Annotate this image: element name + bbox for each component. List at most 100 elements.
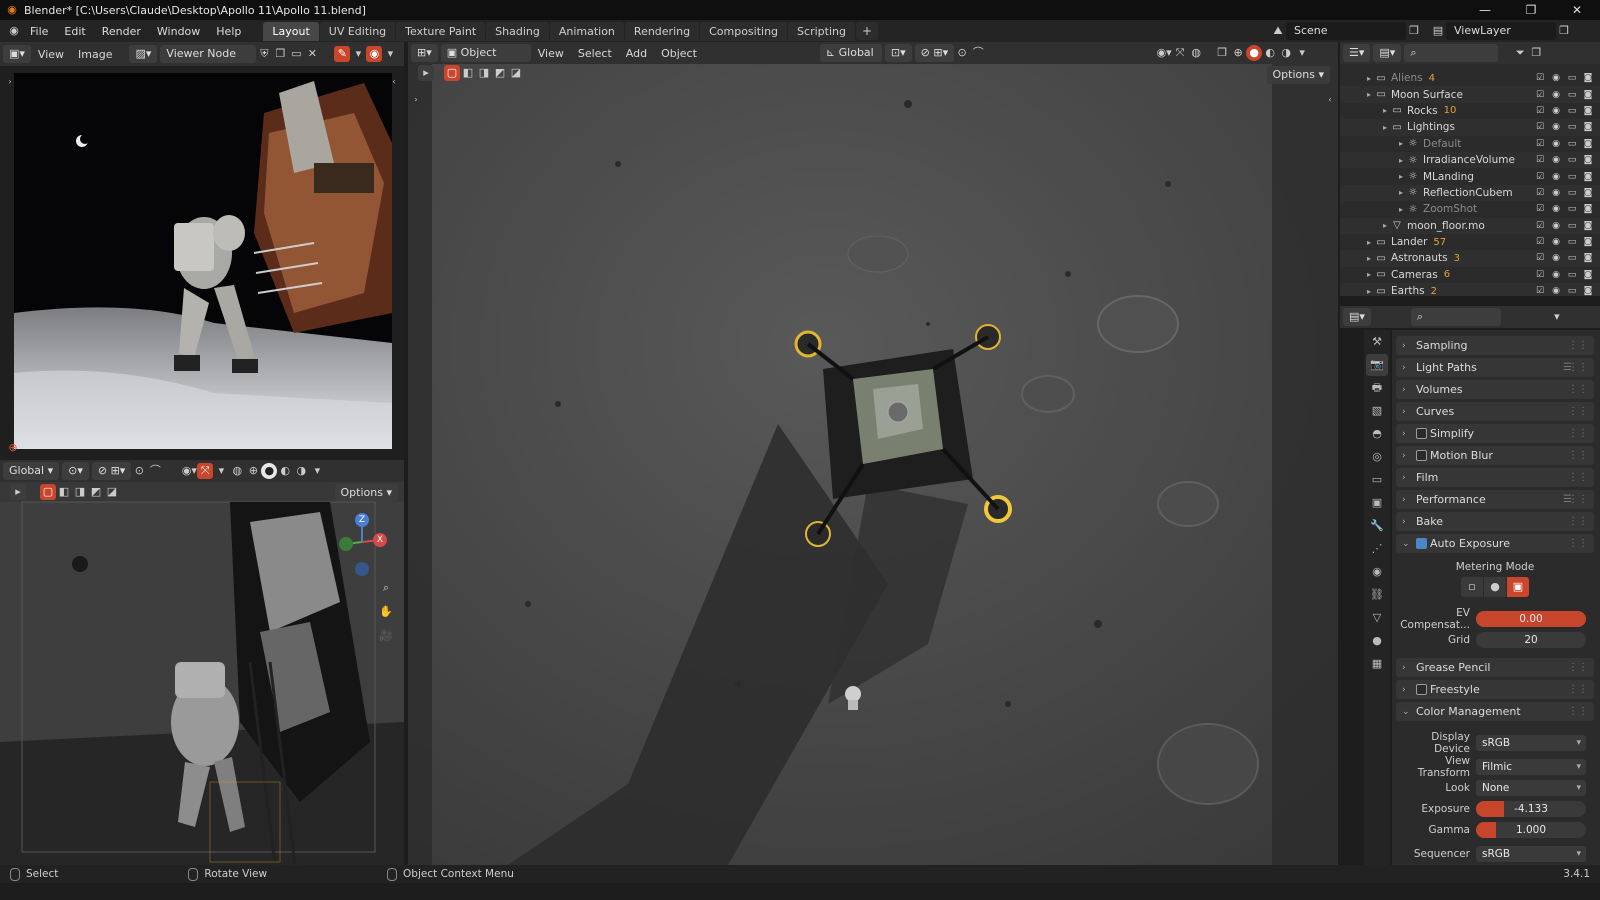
outliner-row-label[interactable]: MLanding	[1423, 171, 1474, 183]
image-menu-view[interactable]: View	[31, 48, 71, 61]
drag-handle-icon[interactable]: ⋮⋮	[1568, 706, 1588, 717]
select-intersect-icon[interactable]: ◪	[508, 65, 524, 81]
gizmo-y-negative[interactable]	[339, 537, 353, 551]
outliner-row-label[interactable]: Default	[1423, 138, 1461, 150]
outliner-row-label[interactable]: moon_floor.mo	[1407, 220, 1485, 232]
render-tab-icon[interactable]: 📷	[1366, 354, 1388, 376]
new-view-layer-icon[interactable]: ❐	[1556, 23, 1572, 39]
expand-arrow-icon[interactable]: ▸	[1380, 106, 1390, 115]
select-invert-icon[interactable]: ◩	[492, 65, 508, 81]
main-options-button[interactable]: Options ▾	[1266, 66, 1330, 84]
tab-animation[interactable]: Animation	[549, 21, 624, 41]
snap-icon[interactable]: ⊘ ⊞▾	[914, 44, 955, 62]
physics-tab-icon[interactable]: ◉	[1366, 561, 1388, 583]
left-overlay-icon[interactable]: ▾	[213, 463, 229, 479]
left-wire-icon[interactable]: ⊕	[245, 463, 261, 479]
exclude-checkbox-icon[interactable]: ☑	[1532, 188, 1548, 198]
outliner-row[interactable]: ▸ ▭ Astronauts 3 ☑ ◉ ▭ ◙	[1340, 250, 1600, 267]
rendered-shading-icon[interactable]: ◑	[1278, 45, 1294, 61]
panel-motion-blur[interactable]: › Motion Blur ⋮⋮	[1396, 446, 1594, 465]
image-browse-icon[interactable]: ▨▾	[129, 45, 158, 63]
expand-arrow-icon[interactable]: ▸	[1396, 172, 1406, 181]
drag-handle-icon[interactable]: ⋮⋮	[1568, 340, 1588, 351]
visibility-eye-icon[interactable]: ◉	[1548, 204, 1564, 214]
sequencer-dropdown[interactable]: sRGB	[1476, 846, 1586, 862]
outliner-editor-type-icon[interactable]: ☰▾	[1343, 44, 1371, 62]
viewport-monitor-icon[interactable]: ▭	[1564, 286, 1580, 296]
viewport-monitor-icon[interactable]: ▭	[1564, 188, 1580, 198]
gizmo-x-axis[interactable]: X	[373, 533, 387, 547]
outliner-search-field[interactable]: ⌕	[1404, 44, 1499, 62]
constraints-tab-icon[interactable]: ⛓	[1366, 584, 1388, 606]
scene-tab-icon[interactable]: ◓	[1366, 423, 1388, 445]
look-dropdown[interactable]: None	[1476, 780, 1586, 796]
mode-selector[interactable]: ▣ Object Mode ▾	[440, 44, 531, 77]
visibility-eye-icon[interactable]: ◉	[1548, 286, 1564, 296]
exclude-checkbox-icon[interactable]: ☑	[1532, 139, 1548, 149]
render-slot-icon[interactable]: ◉	[366, 46, 383, 62]
visibility-eye-icon[interactable]: ◉	[1548, 90, 1564, 100]
viewport-monitor-icon[interactable]: ▭	[1564, 155, 1580, 165]
drag-handle-icon[interactable]: ⋮⋮	[1568, 472, 1588, 483]
left-camera-view-icon[interactable]: 🎥	[378, 628, 394, 644]
exclude-checkbox-icon[interactable]: ☑	[1532, 122, 1548, 132]
xray-icon[interactable]: ❐	[1214, 45, 1230, 61]
panel-light-paths[interactable]: › Light Paths ☰ ⋮⋮	[1396, 358, 1594, 377]
wireframe-shading-icon[interactable]: ⊕	[1230, 45, 1246, 61]
view-layer-selector[interactable]: ViewLayer	[1446, 22, 1556, 40]
outliner-row-label[interactable]: ZoomShot	[1423, 203, 1477, 215]
exclude-checkbox-icon[interactable]: ☑	[1532, 172, 1548, 182]
panel-freestyle[interactable]: › Freestyle ⋮⋮	[1396, 680, 1594, 699]
visibility-eye-icon[interactable]: ◉	[1548, 270, 1564, 280]
left-zoom-icon[interactable]: ⌕	[378, 580, 394, 596]
shading-dropdown-icon[interactable]: ▾	[1294, 45, 1310, 61]
left-material-icon[interactable]: ◐	[277, 463, 293, 479]
visibility-eye-icon[interactable]: ◉	[1548, 221, 1564, 231]
menu-file[interactable]: File	[22, 25, 56, 38]
editor-type-icon[interactable]: ▣▾	[3, 45, 31, 63]
ev-compensation-field[interactable]: 0.00	[1476, 611, 1586, 627]
tab-uv-editing[interactable]: UV Editing	[319, 21, 396, 41]
expand-arrow-icon[interactable]: ▸	[1396, 205, 1406, 214]
visibility-eye-icon[interactable]: ◉	[1548, 237, 1564, 247]
expand-arrow-icon[interactable]: ▸	[1364, 287, 1374, 296]
metering-average-icon[interactable]: ▣	[1507, 577, 1529, 597]
outliner-display-mode-icon[interactable]: ▤▾	[1373, 44, 1402, 62]
blender-menu-icon[interactable]: ◉	[6, 23, 22, 39]
transform-orientation[interactable]: ⊾ Global ▾	[819, 44, 882, 77]
tab-texture-paint[interactable]: Texture Paint	[396, 21, 486, 41]
expand-arrow-icon[interactable]: ▸	[1380, 123, 1390, 132]
menu-edit[interactable]: Edit	[56, 25, 93, 38]
tab-rendering[interactable]: Rendering	[624, 21, 700, 41]
menu-help[interactable]: Help	[208, 25, 249, 38]
drag-handle-icon[interactable]: ⋮⋮	[1568, 428, 1588, 439]
drag-handle-icon[interactable]: ⋮⋮	[1568, 538, 1588, 549]
drag-handle-icon[interactable]: ⋮⋮	[1568, 384, 1588, 395]
left-falloff-icon[interactable]: ⌒	[147, 463, 163, 479]
display-device-dropdown[interactable]: sRGB	[1476, 735, 1586, 751]
exclude-checkbox-icon[interactable]: ☑	[1532, 253, 1548, 263]
left-proportional-icon[interactable]: ⊙	[131, 463, 147, 479]
visibility-eye-icon[interactable]: ◉	[1548, 122, 1564, 132]
freestyle-checkbox[interactable]	[1416, 684, 1427, 695]
object-visibility-icon[interactable]: ◉▾	[1156, 45, 1172, 61]
main-menu-add[interactable]: Add	[619, 47, 654, 60]
panel-sampling[interactable]: › Sampling ⋮⋮	[1396, 336, 1594, 355]
expand-arrow-icon[interactable]: ▸	[1364, 238, 1374, 247]
new-scene-icon[interactable]: ❐	[1406, 23, 1422, 39]
tool-tab-icon[interactable]: ⚒	[1366, 331, 1388, 353]
outliner-row-label[interactable]: ReflectionCubem	[1423, 187, 1513, 199]
outliner-row[interactable]: ▸ ☼ ZoomShot ☑ ◉ ▭ ◙	[1340, 201, 1600, 217]
render-camera-icon[interactable]: ◙	[1580, 73, 1596, 83]
expand-arrow-icon[interactable]: ▸	[1396, 156, 1406, 165]
visibility-eye-icon[interactable]: ◉	[1548, 73, 1564, 83]
proportional-edit-icon[interactable]: ⊙	[954, 45, 970, 61]
tab-layout[interactable]: Layout	[263, 21, 319, 41]
expand-arrow-icon[interactable]: ▸	[1396, 139, 1406, 148]
render-camera-icon[interactable]: ◙	[1580, 90, 1596, 100]
outliner-filter-icon[interactable]: ⏷	[1512, 45, 1528, 61]
image-menu-image[interactable]: Image	[71, 48, 119, 61]
render-camera-icon[interactable]: ◙	[1580, 122, 1596, 132]
properties-search-field[interactable]: ⌕	[1410, 308, 1501, 326]
editor-type-3d-icon[interactable]: ⊞▾	[411, 44, 438, 62]
